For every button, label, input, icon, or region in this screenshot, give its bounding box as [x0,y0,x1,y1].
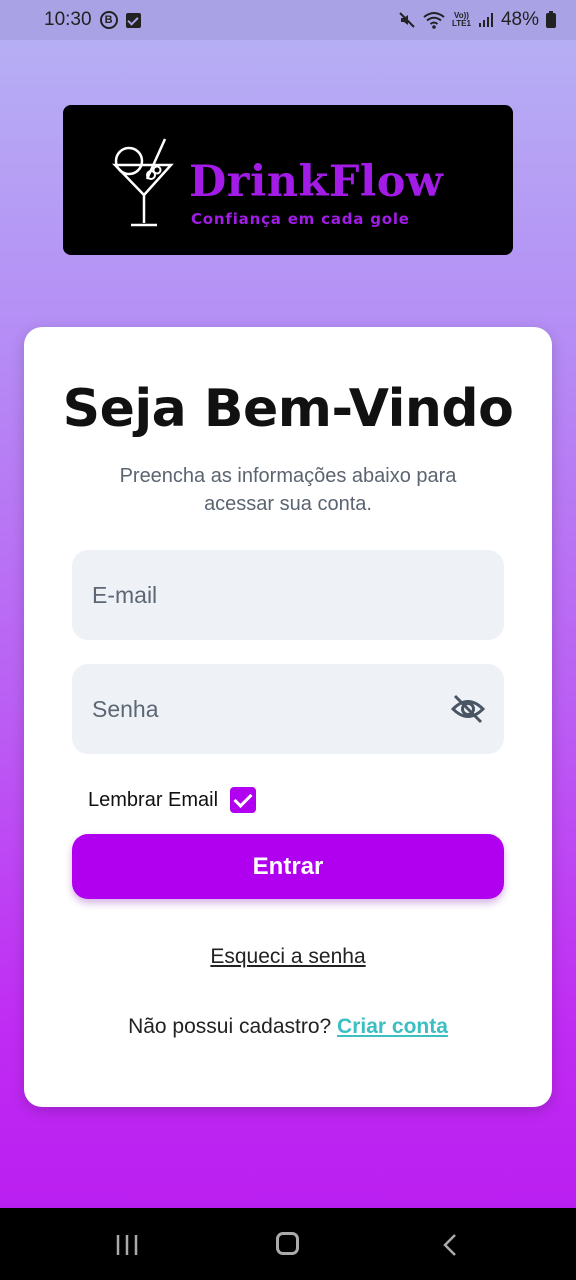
brand-name: DrinkFlow [189,157,444,207]
checklist-notification-icon [125,12,141,28]
email-field-container [72,550,504,640]
wifi-icon [423,12,445,29]
status-time: 10:30 [44,9,92,30]
password-field[interactable] [92,695,484,723]
forgot-password-link: Esqueci a senha [24,945,552,969]
b-notification-icon: B [99,11,118,29]
status-bar: 10:30 B Vo)) LTE1 48% [0,0,576,40]
brand-logo: DrinkFlow Confiança em cada gole [63,105,513,255]
volte-indicator: Vo)) LTE1 [452,12,471,28]
system-nav-bar [0,1208,576,1280]
remember-email-label: Lembrar Email [88,788,219,811]
recent-apps-icon[interactable] [115,1234,139,1256]
forgot-password-link-text[interactable]: Esqueci a senha [210,945,365,968]
volte-bottom: LTE1 [452,19,471,28]
cocktail-glass-icon [112,138,174,227]
login-card: Seja Bem-Vindo Preencha as informações a… [24,327,552,1107]
mute-icon [399,12,415,28]
battery-percent: 48% [500,9,539,30]
remember-email-checkbox[interactable] [230,787,257,813]
signup-prompt: Não possui cadastro? [128,1015,332,1038]
email-field[interactable] [92,581,484,609]
page-title: Seja Bem-Vindo [62,379,514,439]
eye-off-icon[interactable] [450,692,486,726]
signup-row: Não possui cadastro? Criar conta [24,1015,552,1039]
back-icon[interactable] [442,1233,458,1257]
status-right: Vo)) LTE1 48% [398,9,556,31]
create-account-link[interactable]: Criar conta [337,1015,448,1038]
signal-icon [478,13,493,27]
home-icon[interactable] [276,1232,299,1255]
battery-icon [546,10,556,28]
status-left: 10:30 B [44,9,141,31]
remember-email-row[interactable]: Lembrar Email [88,787,257,813]
login-button[interactable]: Entrar [72,834,504,899]
password-field-container [72,664,504,754]
brand-tagline: Confiança em cada gole [191,210,410,228]
page-subtitle: Preencha as informações abaixo para aces… [119,465,457,515]
